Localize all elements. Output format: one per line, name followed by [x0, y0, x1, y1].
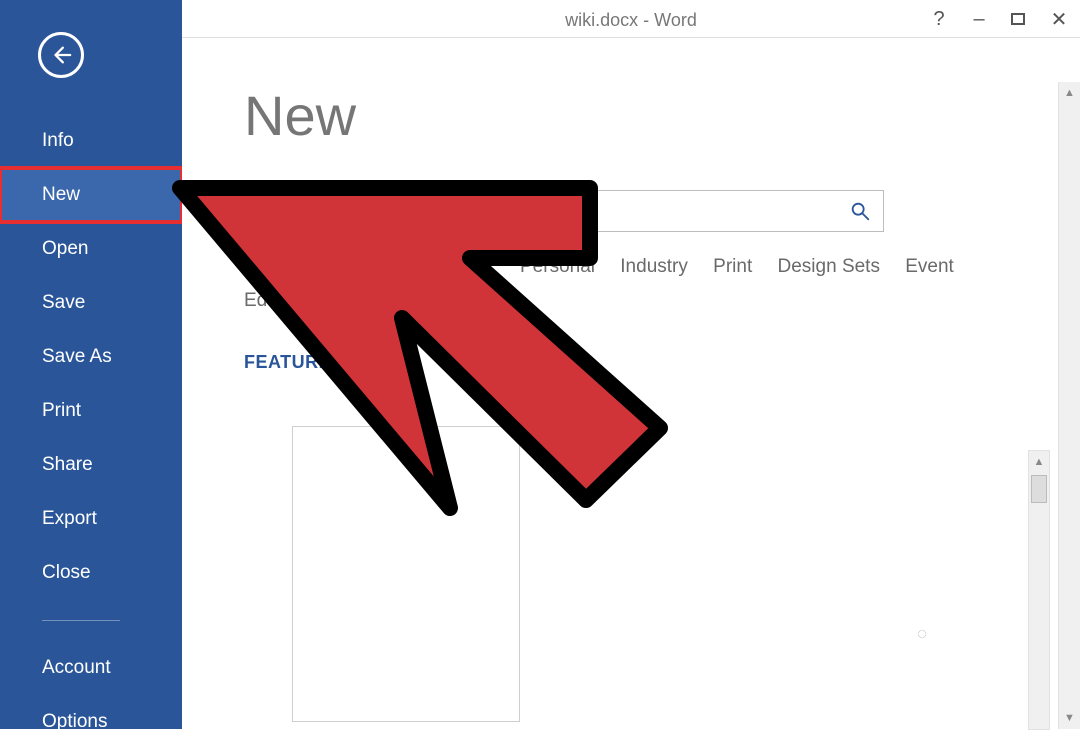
sidebar-item-save-as[interactable]: Save As	[0, 330, 182, 384]
sidebar-item-label: Share	[42, 454, 93, 475]
sidebar-item-label: Print	[42, 400, 81, 421]
sidebar-item-account[interactable]: Account	[0, 641, 182, 695]
sidebar-menu: Info New Open Save Save As Print Share E…	[0, 114, 182, 749]
sidebar-item-save[interactable]: Save	[0, 276, 182, 330]
sidebar-item-export[interactable]: Export	[0, 492, 182, 546]
back-arrow-icon	[50, 44, 72, 66]
sidebar-item-close[interactable]: Close	[0, 546, 182, 600]
window-title: wiki.docx - Word	[565, 10, 697, 31]
window-controls: ? – ✕	[928, 8, 1070, 30]
sidebar-item-share[interactable]: Share	[0, 438, 182, 492]
page-title: New	[244, 83, 1080, 148]
suggested-link-edu[interactable]: Edu	[244, 290, 278, 311]
scroll-thumb[interactable]	[1031, 475, 1047, 503]
template-search-box[interactable]	[244, 190, 884, 232]
search-icon[interactable]	[849, 200, 871, 222]
restore-button[interactable]	[1008, 8, 1030, 30]
suggested-link-design-sets[interactable]: Design Sets	[778, 256, 880, 277]
featured-label: FEATURED	[244, 352, 1080, 373]
scroll-down-icon[interactable]: ▼	[1059, 707, 1080, 729]
sidebar-item-options[interactable]: Options	[0, 695, 182, 749]
scroll-up-icon[interactable]: ▲	[1059, 82, 1080, 104]
titlebar: wiki.docx - Word ? – ✕	[182, 0, 1080, 38]
sidebar-item-info[interactable]: Info	[0, 114, 182, 168]
scroll-up-icon[interactable]: ▲	[1029, 451, 1049, 473]
restore-icon	[1010, 10, 1028, 28]
template-list-scrollbar[interactable]: ▲	[1028, 450, 1050, 730]
sidebar-item-label: Export	[42, 508, 97, 529]
sidebar-item-label: Open	[42, 238, 88, 259]
sidebar-item-label: Account	[42, 657, 111, 678]
sidebar-divider	[42, 620, 120, 621]
suggested-link-personal[interactable]: Personal	[520, 256, 595, 277]
search-input[interactable]	[259, 202, 849, 220]
sidebar-item-label: Info	[42, 130, 74, 151]
backstage-sidebar: Info New Open Save Save As Print Share E…	[0, 0, 182, 729]
sidebar-item-label: Save	[42, 292, 85, 313]
sidebar-item-new[interactable]: New	[0, 168, 182, 222]
sidebar-item-label: Save As	[42, 346, 112, 367]
sidebar-item-print[interactable]: Print	[0, 384, 182, 438]
minimize-button[interactable]: –	[968, 8, 990, 30]
suggested-searches: Personal Industry Print Design Sets Even…	[244, 250, 1004, 318]
help-button[interactable]: ?	[928, 8, 950, 30]
suggested-link-print[interactable]: Print	[713, 256, 752, 277]
main-scrollbar[interactable]: ▲ ▼	[1058, 82, 1080, 729]
sidebar-item-label: New	[42, 184, 80, 205]
suggested-link-event[interactable]: Event	[905, 256, 954, 277]
back-button[interactable]	[38, 32, 84, 78]
sidebar-item-open[interactable]: Open	[0, 222, 182, 276]
close-button[interactable]: ✕	[1048, 8, 1070, 30]
template-blank-document[interactable]	[292, 426, 520, 722]
loading-spinner-icon: ◌	[917, 624, 927, 644]
suggested-link-industry[interactable]: Industry	[620, 256, 688, 277]
sidebar-item-label: Close	[42, 562, 91, 583]
